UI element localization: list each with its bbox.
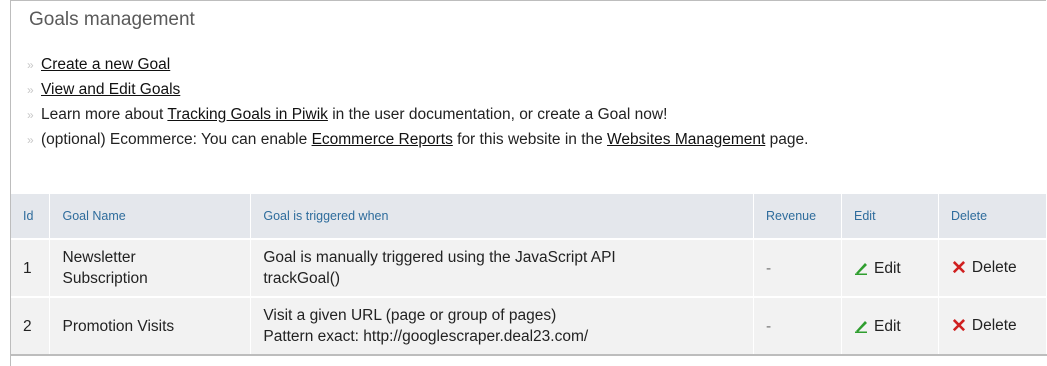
list-item: » Learn more about Tracking Goals in Piwi… [27, 102, 808, 127]
goal-revenue: - [753, 238, 842, 297]
table-row: 1 Newsletter Subscription Goal is manuall… [11, 238, 1047, 297]
goal-trigger-line2: trackGoal() [263, 270, 341, 287]
edit-goal-button[interactable]: Edit [841, 296, 939, 356]
goal-trigger: Goal is manually triggered using the Jav… [250, 238, 755, 297]
view-edit-goals-link[interactable]: View and Edit Goals [41, 81, 180, 98]
edit-goal-button[interactable]: Edit [841, 238, 939, 297]
list-item: » (optional) Ecommerce: You can enable Ec… [27, 127, 808, 152]
ecommerce-text: (optional) Ecommerce: You can enable [41, 131, 312, 148]
table-header-row: Id Goal Name Goal is triggered when Reve… [11, 194, 1047, 239]
col-header-edit: Edit [841, 194, 939, 239]
bullet-icon: » [27, 108, 34, 122]
col-header-revenue: Revenue [753, 194, 842, 239]
delete-label: Delete [971, 317, 1017, 334]
ecommerce-reports-link[interactable]: Ecommerce Reports [312, 131, 453, 148]
pencil-icon [855, 320, 867, 333]
goal-trigger: Visit a given URL (page or group of page… [250, 296, 755, 356]
delete-label: Delete [971, 259, 1017, 276]
goal-trigger-line1: Visit a given URL (page or group of page… [263, 307, 557, 324]
goal-id: 1 [11, 238, 51, 297]
goal-name: Promotion Visits [49, 296, 252, 356]
bullet-icon: » [27, 58, 34, 72]
delete-goal-button[interactable]: ✕ Delete [938, 296, 1047, 356]
ecommerce-mid-text: for this website in the [452, 131, 608, 148]
goal-trigger-line2: Pattern exact: http://googlescraper.deal… [263, 328, 589, 345]
col-header-goal-name: Goal Name [49, 194, 252, 239]
goal-name-line2: Subscription [62, 270, 148, 287]
goal-trigger-line1: Goal is manually triggered using the Jav… [263, 249, 616, 266]
learn-more-suffix: in the user documentation, or create a G… [327, 106, 668, 123]
list-item: » Create a new Goal [27, 52, 808, 77]
goals-panel: Goals management » Create a new Goal » Vie… [10, 0, 1047, 366]
delete-x-icon: ✕ [950, 258, 967, 279]
goal-name-line1: Promotion Visits [62, 317, 175, 335]
links-list: » Create a new Goal » View and Edit Goals … [27, 52, 808, 152]
goal-id: 2 [11, 296, 51, 356]
learn-more-text: Learn more about [41, 106, 168, 123]
goal-name: Newsletter Subscription [49, 238, 252, 297]
tracking-goals-link[interactable]: Tracking Goals in Piwik [167, 106, 328, 123]
create-goal-link[interactable]: Create a new Goal [41, 56, 170, 73]
table-row: 2 Promotion Visits Visit a given URL (pa… [11, 296, 1047, 356]
col-header-trigger: Goal is triggered when [250, 194, 755, 239]
goals-table: Id Goal Name Goal is triggered when Reve… [11, 194, 1047, 356]
delete-x-icon: ✕ [950, 316, 967, 337]
websites-management-link[interactable]: Websites Management [607, 131, 765, 148]
delete-goal-button[interactable]: ✕ Delete [938, 238, 1047, 297]
page-title: Goals management [29, 9, 195, 30]
bullet-icon: » [27, 83, 34, 97]
col-header-delete: Delete [938, 194, 1047, 239]
list-item: » View and Edit Goals [27, 77, 808, 102]
edit-label: Edit [874, 317, 901, 335]
ecommerce-suffix: page. [765, 131, 809, 148]
edit-label: Edit [874, 259, 901, 277]
pencil-icon [855, 262, 867, 275]
goal-name-line1: Newsletter [62, 249, 136, 266]
bullet-icon: » [27, 133, 34, 147]
goal-revenue: - [753, 296, 842, 356]
col-header-id: Id [11, 194, 51, 239]
